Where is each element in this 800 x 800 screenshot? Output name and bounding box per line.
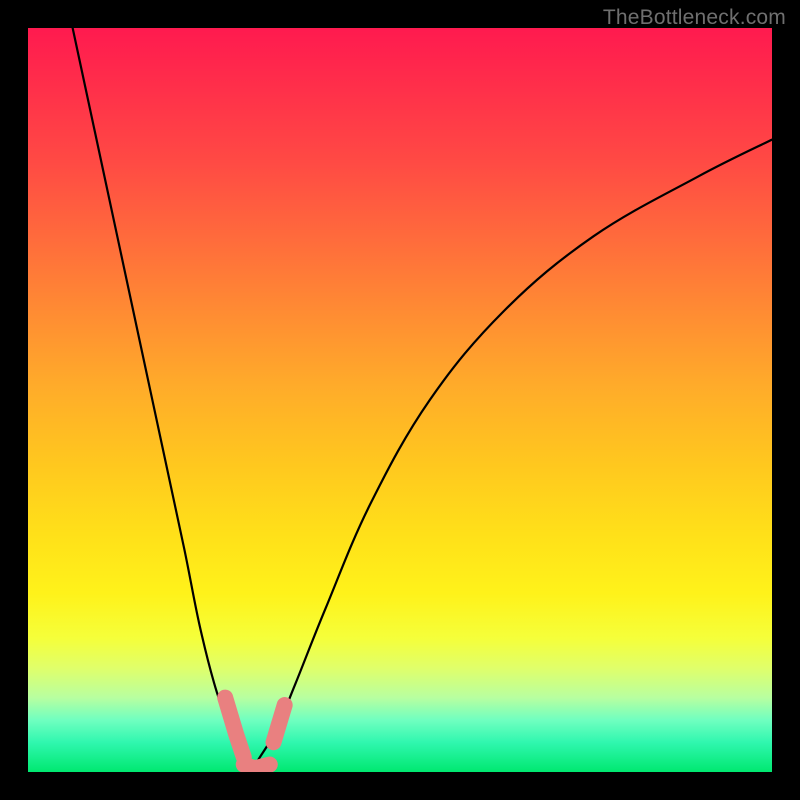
- bottleneck-curve-svg: [28, 28, 772, 772]
- bottleneck-curve-path: [73, 28, 772, 766]
- right-red-marker: [274, 705, 285, 742]
- left-red-marker: [225, 698, 244, 758]
- bottom-red-marker: [244, 765, 270, 769]
- watermark-text: TheBottleneck.com: [603, 6, 786, 30]
- chart-area: [28, 28, 772, 772]
